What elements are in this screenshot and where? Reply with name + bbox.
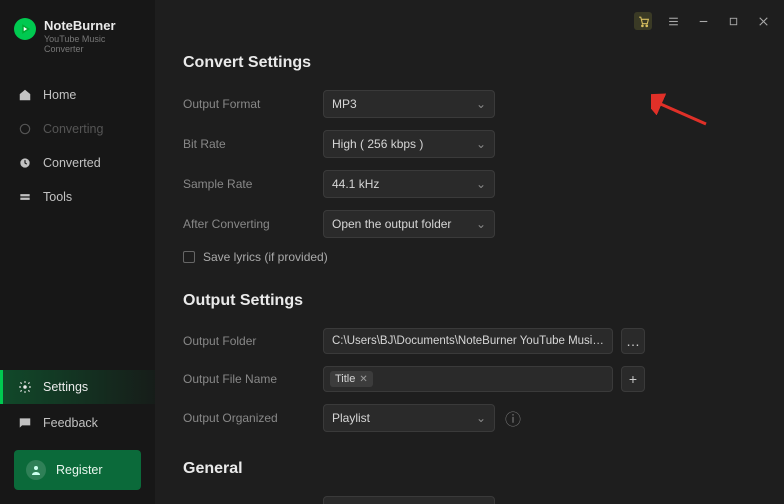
register-label: Register	[56, 463, 103, 477]
select-sample-rate[interactable]: 44.1 kHz ⌄	[323, 170, 495, 198]
section-output-title: Output Settings	[183, 292, 752, 310]
label-output-file-name: Output File Name	[183, 372, 323, 386]
checkbox-save-lyrics[interactable]	[183, 251, 195, 263]
sidebar-item-label: Tools	[43, 190, 72, 204]
sidebar-item-home[interactable]: Home	[0, 78, 155, 112]
sidebar-item-label: Converting	[43, 122, 103, 136]
browse-button[interactable]: …	[621, 328, 645, 354]
chevron-down-icon: ⌄	[476, 177, 486, 191]
label-output-format: Output Format	[183, 97, 323, 111]
app-title: NoteBurner	[44, 18, 141, 33]
main-panel: Convert Settings Output Format MP3 ⌄ Bit…	[155, 0, 784, 504]
sidebar-item-label: Settings	[43, 380, 88, 394]
sidebar-item-converted[interactable]: Converted	[0, 146, 155, 180]
label-output-folder: Output Folder	[183, 334, 323, 348]
select-output-format[interactable]: MP3 ⌄	[323, 90, 495, 118]
chevron-down-icon: ⌄	[476, 97, 486, 111]
converted-icon	[17, 155, 33, 171]
select-value: High ( 256 kbps )	[332, 137, 423, 151]
select-value: Playlist	[332, 411, 370, 425]
window-controls	[634, 12, 772, 30]
select-appearance[interactable]: Dark ⌄	[323, 496, 495, 504]
user-icon	[26, 460, 46, 480]
select-output-organized[interactable]: Playlist ⌄	[323, 404, 495, 432]
sidebar-item-label: Home	[43, 88, 76, 102]
app-logo-icon	[14, 18, 36, 40]
brand: NoteBurner YouTube Music Converter	[0, 18, 155, 72]
select-value: Open the output folder	[332, 217, 451, 231]
add-tag-button[interactable]: +	[621, 366, 645, 392]
sidebar-item-settings[interactable]: Settings	[0, 370, 155, 404]
close-icon[interactable]	[754, 12, 772, 30]
section-general-title: General	[183, 460, 752, 478]
app-window: NoteBurner YouTube Music Converter Home …	[0, 0, 784, 504]
input-output-folder[interactable]: C:\Users\BJ\Documents\NoteBurner YouTube…	[323, 328, 613, 354]
minimize-icon[interactable]	[694, 12, 712, 30]
settings-content: Convert Settings Output Format MP3 ⌄ Bit…	[155, 0, 784, 504]
gear-icon	[17, 379, 33, 395]
register-button[interactable]: Register	[14, 450, 141, 490]
cart-icon[interactable]	[634, 12, 652, 30]
menu-icon[interactable]	[664, 12, 682, 30]
nav-list: Home Converting Converted Tools	[0, 78, 155, 214]
select-after-converting[interactable]: Open the output folder ⌄	[323, 210, 495, 238]
label-bit-rate: Bit Rate	[183, 137, 323, 151]
chevron-down-icon: ⌄	[476, 217, 486, 231]
sidebar: NoteBurner YouTube Music Converter Home …	[0, 0, 155, 504]
label-output-organized: Output Organized	[183, 411, 323, 425]
tag-label: Title	[335, 373, 355, 385]
label-sample-rate: Sample Rate	[183, 177, 323, 191]
tools-icon	[17, 189, 33, 205]
sidebar-item-label: Feedback	[43, 416, 98, 430]
sidebar-item-label: Converted	[43, 156, 101, 170]
input-output-file-name[interactable]: Title ✕	[323, 366, 613, 392]
converting-icon	[17, 121, 33, 137]
home-icon	[17, 87, 33, 103]
info-icon[interactable]: ⓘ	[505, 406, 521, 430]
sidebar-item-tools[interactable]: Tools	[0, 180, 155, 214]
select-value: MP3	[332, 97, 357, 111]
maximize-icon[interactable]	[724, 12, 742, 30]
tag-remove-icon[interactable]: ✕	[359, 374, 367, 385]
sidebar-item-converting[interactable]: Converting	[0, 112, 155, 146]
chevron-down-icon: ⌄	[476, 411, 486, 425]
feedback-icon	[17, 415, 33, 431]
label-save-lyrics: Save lyrics (if provided)	[203, 250, 328, 264]
select-bit-rate[interactable]: High ( 256 kbps ) ⌄	[323, 130, 495, 158]
chevron-down-icon: ⌄	[476, 137, 486, 151]
section-convert-title: Convert Settings	[183, 54, 752, 72]
filename-tag: Title ✕	[330, 371, 373, 387]
select-value: 44.1 kHz	[332, 177, 379, 191]
app-subtitle: YouTube Music Converter	[44, 34, 141, 54]
sidebar-item-feedback[interactable]: Feedback	[0, 406, 155, 440]
label-after-converting: After Converting	[183, 217, 323, 231]
